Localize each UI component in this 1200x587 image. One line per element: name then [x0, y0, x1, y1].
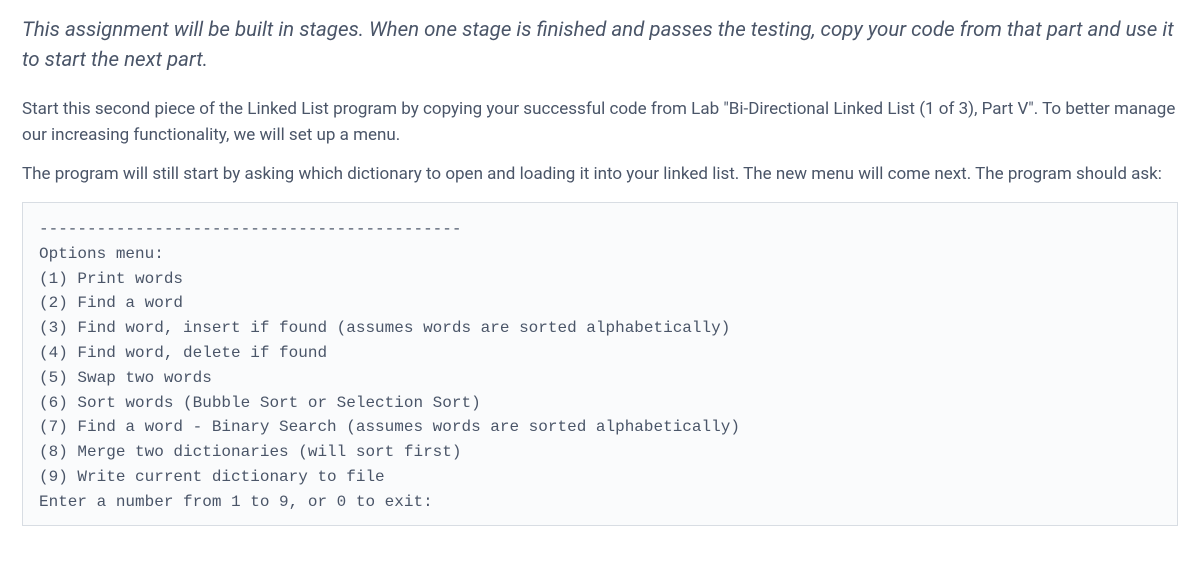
paragraph-1: Start this second piece of the Linked Li… — [22, 97, 1178, 148]
paragraph-2: The program will still start by asking w… — [22, 162, 1178, 188]
intro-paragraph: This assignment will be built in stages.… — [22, 16, 1178, 75]
code-block-options-menu: ----------------------------------------… — [22, 202, 1178, 526]
